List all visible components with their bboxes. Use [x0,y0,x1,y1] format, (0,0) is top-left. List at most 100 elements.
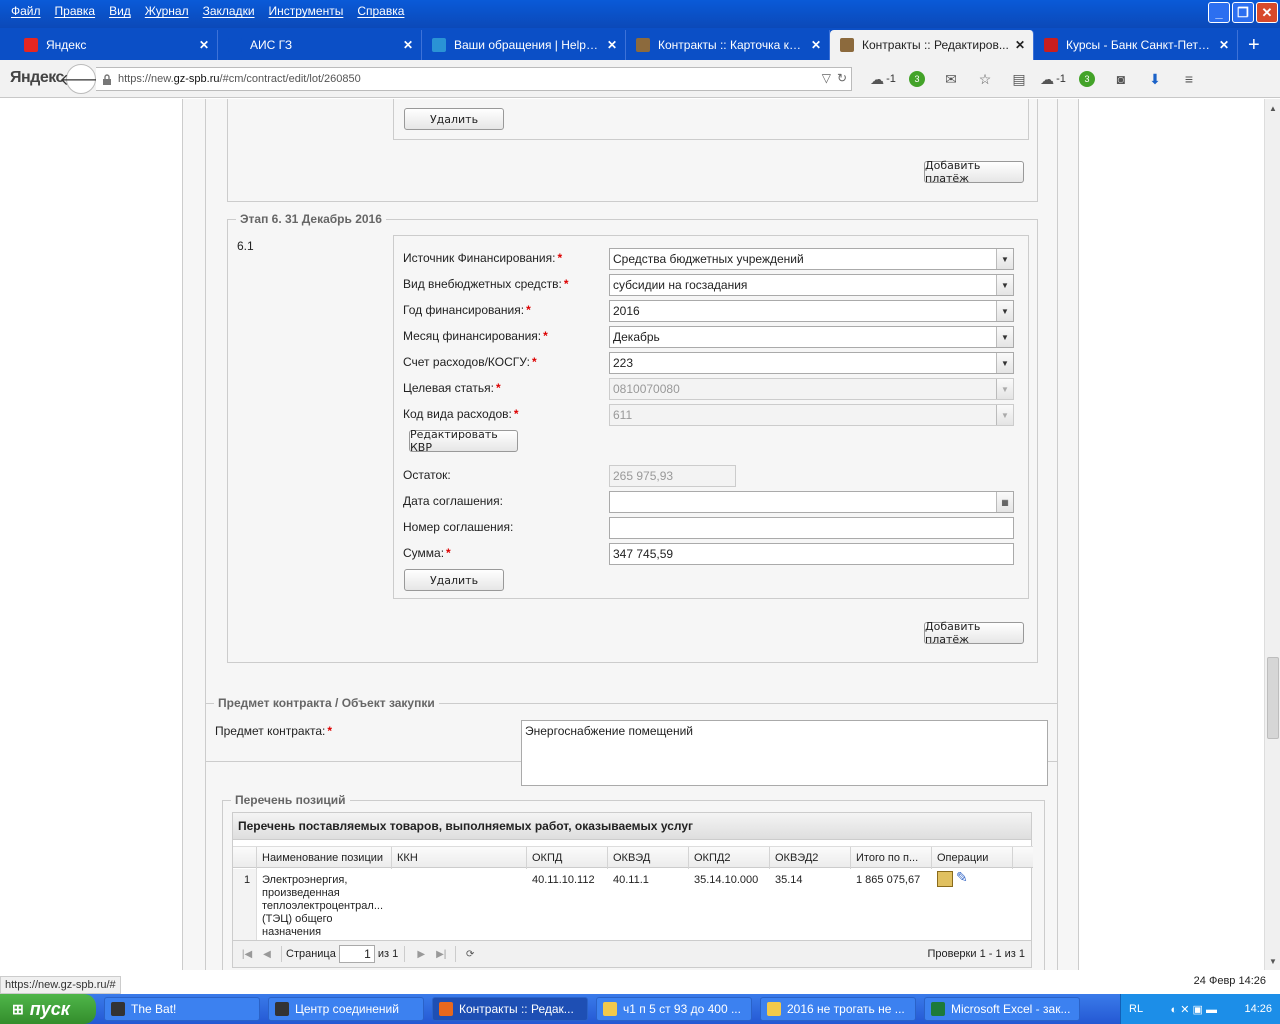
column-operations[interactable]: Операции [932,847,1013,869]
extension-badge-icon-2[interactable]: 3 [1070,68,1104,90]
menu-item-5[interactable]: Инструменты [269,4,344,18]
menu-item-0[interactable]: Файл [11,4,41,18]
stage-6-add-payment-button[interactable]: Добавить платёж [924,620,1024,646]
stage-6-delete-button[interactable]: Удалить [404,569,504,591]
year-select[interactable]: 2016 ▼ [609,300,1014,322]
page-scrollbar[interactable]: ▲ ▼ [1264,99,1280,970]
pocket-icon[interactable]: ◙ [1104,68,1138,90]
agreement-date-input[interactable]: ▦ [609,491,1014,513]
chevron-down-icon[interactable]: ▼ [996,327,1013,347]
column-okved2[interactable]: ОКВЭД2 [770,847,851,869]
row-okved2: 35.14 [775,874,803,886]
download-icon[interactable]: ⬇ [1138,68,1172,90]
tab-close-icon[interactable]: ✕ [1015,38,1025,52]
column-name[interactable]: Наименование позиции [257,847,392,869]
tab-close-icon[interactable]: ✕ [403,38,413,52]
tab-close-icon[interactable]: ✕ [1219,38,1229,52]
browser-tab-3[interactable]: Контракты :: Карточка ко... ✕ [626,30,830,60]
row-number: 1 [244,874,251,886]
kind-select[interactable]: субсидии на госзадания ▼ [609,274,1014,296]
account-select[interactable]: 223 ▼ [609,352,1014,374]
tray-icons: ◐ ✕ ▣ ▬ [1170,1003,1217,1016]
close-icon[interactable]: ✕ [1256,2,1278,23]
mail-icon[interactable]: ✉ [934,68,968,90]
cloud-icon-2[interactable]: ☁ -1 [1036,68,1070,90]
reload-icon[interactable]: ↻ [837,71,847,85]
browser-tab-1[interactable]: АИС ГЗ ✕ [218,30,422,60]
chevron-down-icon[interactable]: ▼ [996,249,1013,269]
menu-item-4[interactable]: Закладки [203,4,255,18]
bank-icon [1044,38,1058,52]
folder-icon [603,1002,617,1016]
calendar-icon[interactable]: ▦ [996,492,1013,512]
menu-item-3[interactable]: Журнал [145,4,189,18]
url-text: https://new.gz-spb.ru/#cm/contract/edit/… [118,73,361,85]
browser-tab-4[interactable]: Контракты :: Редактиров... ✕ [830,30,1034,60]
tab-close-icon[interactable]: ✕ [607,38,617,52]
tab-close-icon[interactable]: ✕ [199,38,209,52]
tab-label: Яндекс [46,38,87,52]
subject-textarea[interactable]: Энергоснабжение помещений [521,720,1048,786]
column-total[interactable]: Итого по п... [851,847,932,869]
stage-5-add-payment-button[interactable]: Добавить платёж [924,159,1024,185]
new-tab-icon[interactable]: + [1248,30,1260,60]
row-name: Электроэнергия, произведенная теплоэлект… [262,874,383,938]
scroll-up-icon[interactable]: ▲ [1266,101,1280,115]
tab-label: АИС ГЗ [250,38,293,52]
page-input[interactable]: 1 [338,945,375,963]
browser-tab-0[interactable]: Яндекс ✕ [14,30,218,60]
menu-item-2[interactable]: Вид [109,4,131,18]
minimize-icon[interactable]: _ [1208,2,1230,23]
chevron-down-icon[interactable]: ▼ [996,301,1013,321]
source-select[interactable]: Средства бюджетных учреждений ▼ [609,248,1014,270]
taskbar-item-5[interactable]: Microsoft Excel - зак... [924,997,1080,1021]
taskbar-item-2[interactable]: Контракты :: Редак... [432,997,588,1021]
tray-language[interactable]: RL [1129,1003,1143,1015]
view-document-icon[interactable] [937,871,953,887]
chevron-down-icon[interactable]: ▼ [996,275,1013,295]
target-label: Целевая статья: * [403,381,501,395]
sum-label: Сумма: * [403,546,451,560]
page-of-label: из 1 [377,948,399,960]
refresh-icon[interactable]: ⟳ [460,945,480,963]
column-okved[interactable]: ОКВЭД [608,847,689,869]
edit-kvr-button[interactable]: Редактировать КВР [409,428,518,454]
stage-5-delete-button[interactable]: Удалить [404,108,504,130]
tab-label: Контракты :: Карточка ко... [658,38,805,52]
dropdown-icon[interactable]: ▽ [822,71,831,85]
taskbar-item-3[interactable]: ч1 п 5 ст 93 до 400 ... [596,997,752,1021]
next-page-icon[interactable]: ▶ [411,945,431,963]
edit-pencil-icon[interactable]: ✎ [956,870,968,887]
column-okpd[interactable]: ОКПД [527,847,608,869]
remainder-label: Остаток: [403,468,451,482]
browser-tab-5[interactable]: Курсы - Банк Санкт-Петер... ✕ [1034,30,1238,60]
agreement-number-input[interactable] [609,517,1014,539]
tab-close-icon[interactable]: ✕ [811,38,821,52]
column-okpd2[interactable]: ОКПД2 [689,847,770,869]
taskbar-item-4[interactable]: 2016 не трогать не ... [760,997,916,1021]
bat-icon [275,1002,289,1016]
browser-tab-2[interactable]: Ваши обращения | HelpDes... ✕ [422,30,626,60]
last-page-icon[interactable]: ▶| [431,945,451,963]
sum-input[interactable]: 347 745,59 [609,543,1014,565]
column-kkn[interactable]: ККН [392,847,527,869]
chevron-down-icon[interactable]: ▼ [996,353,1013,373]
menu-item-1[interactable]: Правка [55,4,96,18]
back-arrow-icon[interactable]: 🡐 [60,64,102,94]
cloud-icon[interactable]: ☁ -1 [866,68,900,90]
reader-icon[interactable]: ▤ [1002,68,1036,90]
hamburger-menu-icon[interactable]: ≡ [1172,68,1206,90]
month-select[interactable]: Декабрь ▼ [609,326,1014,348]
scroll-down-icon[interactable]: ▼ [1266,954,1280,968]
bookmark-star-icon[interactable]: ☆ [968,68,1002,90]
taskbar-item-0[interactable]: The Bat! [104,997,260,1021]
maximize-icon[interactable]: ❐ [1232,2,1254,23]
prev-page-icon[interactable]: ◀ [257,945,277,963]
start-button[interactable]: ⊞ пуск [0,994,96,1024]
extension-badge-icon[interactable]: 3 [900,68,934,90]
taskbar-item-1[interactable]: Центр соединений [268,997,424,1021]
address-bar[interactable]: https://new.gz-spb.ru/#cm/contract/edit/… [96,67,852,91]
first-page-icon[interactable]: |◀ [237,945,257,963]
scroll-thumb[interactable] [1267,657,1279,739]
menu-item-6[interactable]: Справка [357,4,404,18]
